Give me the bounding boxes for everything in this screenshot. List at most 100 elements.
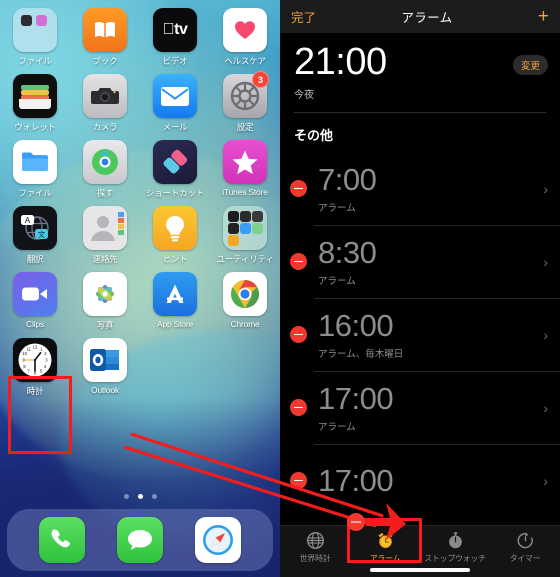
alarm-row[interactable]: 17:00 アラーム › (280, 371, 560, 444)
home-app-clock[interactable]: 12 3 6 9 1 2 4 5 7 8 10 11 (0, 338, 70, 404)
tab-label: アラーム (369, 554, 401, 563)
minus-icon[interactable] (290, 399, 307, 416)
svg-text:10: 10 (22, 351, 27, 356)
minus-icon[interactable] (290, 472, 307, 489)
home-app-grid: ファイル ブック tv ビデオ ヘルスケア (0, 8, 280, 404)
home-app-photos[interactable]: 写真 (70, 272, 140, 338)
home-app-utilities-folder[interactable]: ユーティリティ (210, 206, 280, 272)
tonight-alarm-label: 今夜 (294, 90, 314, 101)
svg-text:A: A (25, 216, 31, 225)
home-app-app-store[interactable]: App Store (140, 272, 210, 338)
health-icon (223, 8, 267, 52)
alarm-time: 7:00 (318, 161, 377, 197)
clips-icon (13, 272, 57, 316)
tab-timer[interactable]: タイマー (490, 531, 560, 564)
home-app-books[interactable]: ブック (70, 8, 140, 74)
photos-icon (83, 272, 127, 316)
svg-text:12: 12 (33, 345, 38, 350)
done-button[interactable]: 完了 (291, 7, 316, 26)
app-label: iTunes Store (222, 187, 268, 197)
tonight-alarm-section: 21:00 今夜 変更 (280, 33, 560, 107)
tab-world-clock[interactable]: 世界時計 (280, 531, 350, 564)
alarm-navbar: 完了 アラーム + (280, 0, 560, 33)
alarm-row[interactable]: 16:00 アラーム、毎木曜日 › (280, 298, 560, 371)
home-app-files-folder[interactable]: ファイル (0, 8, 70, 74)
home-app-mail[interactable]: メール (140, 74, 210, 140)
tips-lightbulb-icon (153, 206, 197, 250)
home-app-files[interactable]: ファイル (0, 140, 70, 206)
alarm-list: 7:00 アラーム › 8:30 アラーム › 16:00 アラーム、毎木曜日 (280, 152, 560, 517)
itunes-store-star-icon (223, 140, 267, 184)
minus-icon[interactable] (290, 180, 307, 197)
tab-stopwatch[interactable]: ストップウォッチ (420, 531, 490, 564)
add-alarm-button[interactable]: + (538, 7, 549, 26)
home-app-camera[interactable]: カメラ (70, 74, 140, 140)
change-button[interactable]: 変更 (512, 55, 548, 75)
alarm-text: 17:00 アラーム (318, 383, 543, 433)
alarm-row[interactable]: 8:30 アラーム › (280, 225, 560, 298)
utilities-folder-icon (223, 206, 267, 250)
alarm-text: 7:00 アラーム (318, 164, 543, 214)
home-app-clips[interactable]: Clips (0, 272, 70, 338)
alarm-sublabel: アラーム (318, 421, 356, 433)
folder-icon (13, 8, 57, 52)
home-app-health[interactable]: ヘルスケア (210, 8, 280, 74)
chevron-right-icon[interactable]: › (543, 400, 548, 416)
alarm-clock-icon (377, 532, 393, 549)
home-app-tv[interactable]: tv ビデオ (140, 8, 210, 74)
translate-icon: A文 (13, 206, 57, 250)
app-label: ファイル (18, 188, 52, 198)
section-header-other: その他 (294, 128, 334, 143)
apple-tv-icon: tv (153, 8, 197, 52)
alarm-sublabel: アラーム (318, 275, 356, 287)
app-label: ファイル (18, 56, 52, 66)
home-app-outlook[interactable]: Outlook (70, 338, 140, 404)
home-app-shortcuts[interactable]: ショートカット (140, 140, 210, 206)
mini-app-icon (228, 235, 239, 246)
shortcuts-icon (153, 140, 197, 184)
alarm-row[interactable]: 7:00 アラーム › (280, 152, 560, 225)
alarm-time: 16:00 (318, 307, 394, 343)
home-app-itunes-store[interactable]: iTunes Store (210, 140, 280, 206)
page-dot-active[interactable] (137, 494, 143, 499)
home-app-findmy[interactable]: 探す (70, 140, 140, 206)
alarm-row[interactable]: 17:00 › (280, 444, 560, 517)
page-dot[interactable] (123, 494, 129, 499)
tab-alarm[interactable]: アラーム (350, 531, 420, 564)
find-my-icon (83, 140, 127, 184)
home-app-contacts[interactable]: 連絡先 (70, 206, 140, 272)
home-indicator-bar (370, 568, 470, 572)
app-label: ウォレット (14, 122, 56, 132)
minus-icon[interactable] (290, 326, 307, 343)
app-label: ショートカット (145, 188, 205, 198)
home-app-wallet[interactable]: ウォレット (0, 74, 70, 140)
mini-app-icon (252, 211, 263, 222)
chevron-right-icon[interactable]: › (543, 327, 548, 343)
home-dock (7, 509, 273, 571)
messages-icon[interactable] (117, 517, 163, 563)
screenshot-root: ファイル ブック tv ビデオ ヘルスケア (0, 0, 560, 577)
safari-compass-icon[interactable] (195, 517, 241, 563)
app-label: Outlook (91, 385, 119, 395)
app-label: メール (162, 122, 188, 132)
alarm-text: 8:30 アラーム (318, 237, 543, 287)
chevron-right-icon[interactable]: › (543, 181, 548, 197)
page-dot[interactable] (151, 494, 157, 499)
app-label: カメラ (92, 122, 118, 132)
contacts-icon (83, 206, 127, 250)
home-app-settings[interactable]: 3 設定 (210, 71, 280, 140)
phone-icon[interactable] (39, 517, 85, 563)
wallet-icon (13, 74, 57, 118)
alarm-time: 17:00 (318, 380, 394, 416)
chevron-right-icon[interactable]: › (543, 254, 548, 270)
chevron-right-icon[interactable]: › (543, 473, 548, 489)
app-label: 時計 (26, 386, 44, 396)
page-indicator-dots[interactable] (0, 494, 280, 499)
home-app-tips[interactable]: ヒント (140, 206, 210, 272)
minus-icon[interactable] (290, 253, 307, 270)
app-store-icon (153, 272, 197, 316)
svg-text:11: 11 (27, 346, 32, 351)
home-app-translate[interactable]: A文 翻訳 (0, 206, 70, 272)
app-label: 連絡先 (92, 254, 118, 264)
home-app-chrome[interactable]: Chrome (210, 272, 280, 338)
